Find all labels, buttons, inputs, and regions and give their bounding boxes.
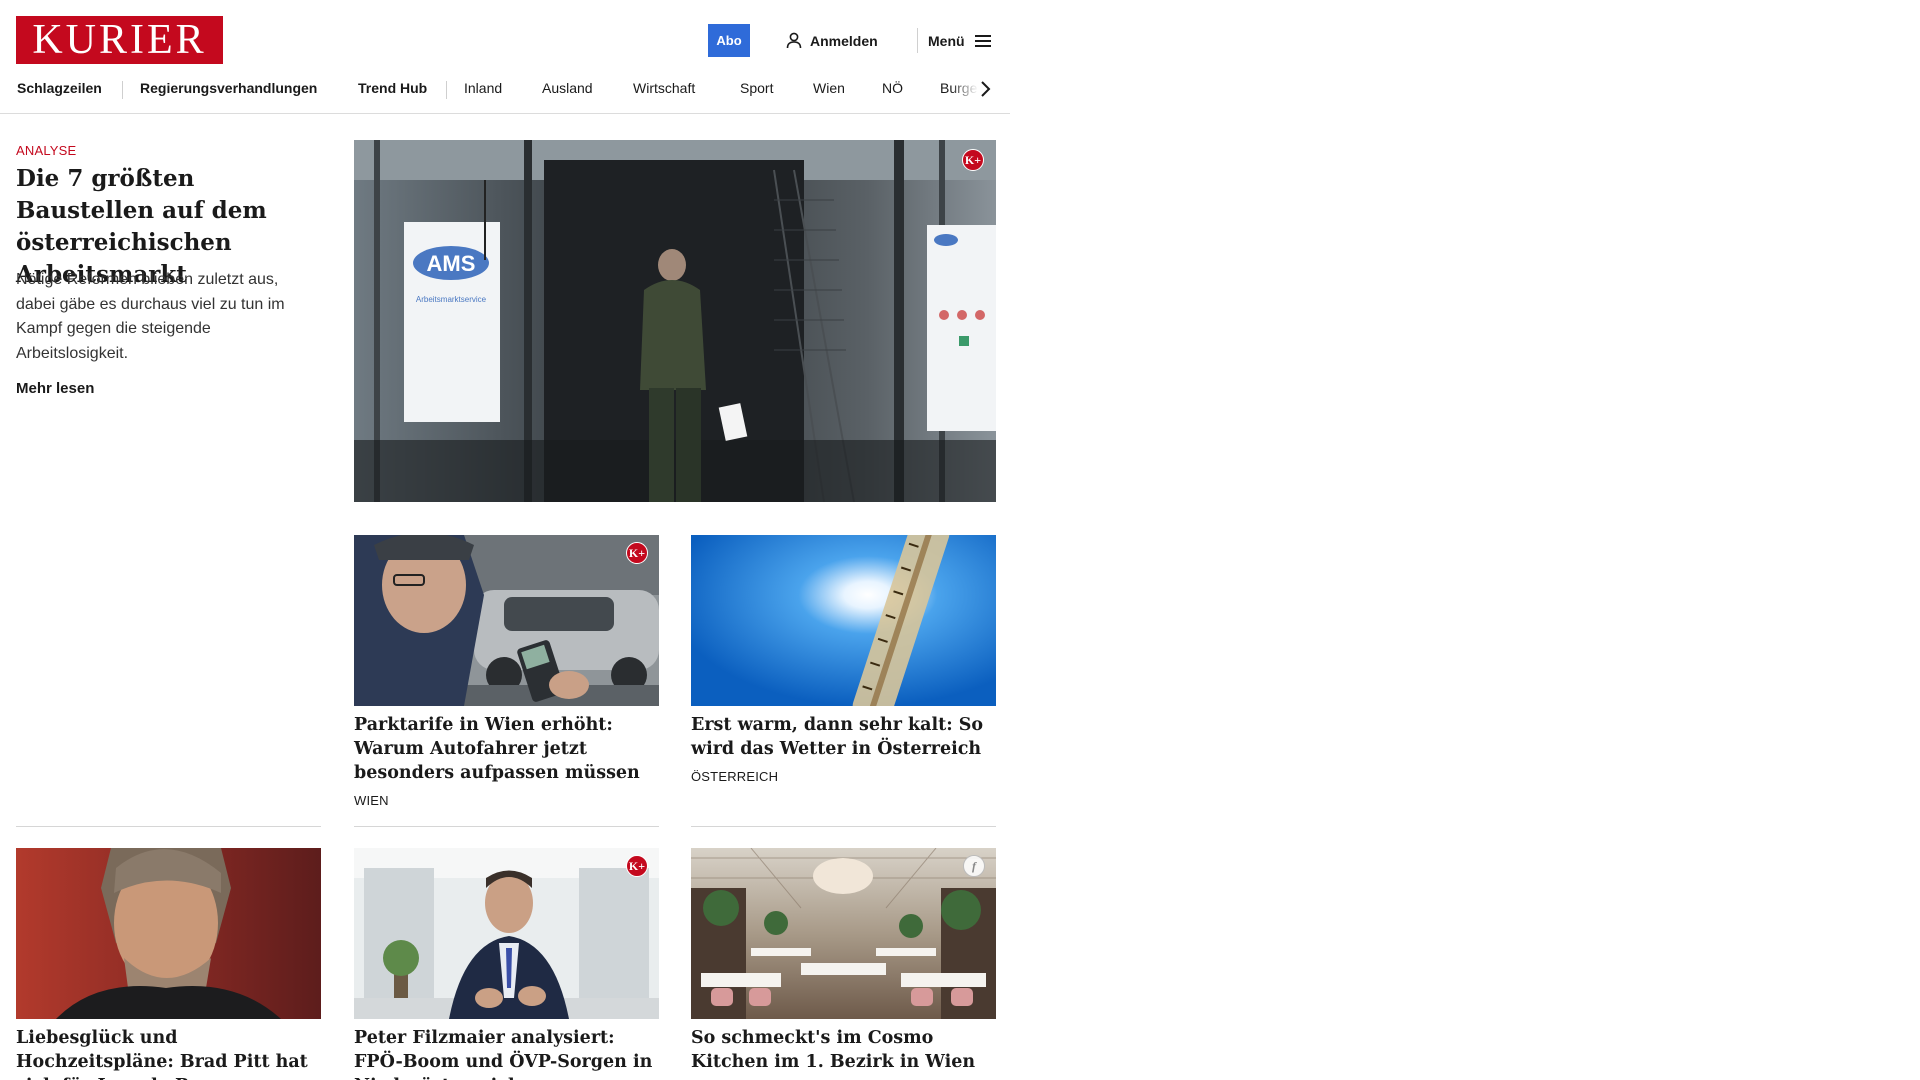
lead-image[interactable]: AMS Arbeitsmarktservice K+ <box>354 140 996 502</box>
nav-item-noe[interactable]: NÖ <box>882 80 903 96</box>
card-image-weather[interactable] <box>691 535 996 706</box>
nav-item-wirtschaft[interactable]: Wirtschaft <box>633 80 695 96</box>
lead-teaser: Nötige Reformen blieben zuletzt aus, dab… <box>16 271 285 362</box>
card-headline-cosmo-kitchen[interactable]: So schmeckt's im Cosmo Kitchen im 1. Bez… <box>691 1026 996 1074</box>
ams-sign-subtext: Arbeitsmarktservice <box>416 295 487 304</box>
login-label: Anmelden <box>810 32 878 49</box>
partner-badge-icon: f <box>963 855 985 877</box>
nav-border <box>0 113 1010 114</box>
nav-item-sport[interactable]: Sport <box>740 80 773 96</box>
nav-item-ausland[interactable]: Ausland <box>542 80 593 96</box>
nav-item-regierungsverhandlungen[interactable]: Regierungsverhandlungen <box>140 80 317 96</box>
nav-item-inland[interactable]: Inland <box>464 80 502 96</box>
nav-item-trend-hub[interactable]: Trend Hub <box>358 80 427 96</box>
read-more-link[interactable]: Mehr lesen <box>16 380 94 397</box>
card-category-wien[interactable]: WIEN <box>354 793 389 808</box>
nav-divider <box>122 81 123 99</box>
kurier-logo[interactable]: KURIER <box>16 16 223 64</box>
card-headline-parking[interactable]: Parktarife in Wien erhöht: Warum Autofah… <box>354 713 659 785</box>
premium-badge-icon: K+ <box>626 855 648 877</box>
logo-text: KURIER <box>32 17 207 63</box>
abo-button[interactable]: Abo <box>708 24 750 57</box>
card-image-cosmo-kitchen[interactable]: f <box>691 848 996 1019</box>
chevron-right-icon[interactable] <box>978 80 992 98</box>
card-category-oesterreich[interactable]: ÖSTERREICH <box>691 769 778 784</box>
nav-divider <box>446 81 447 99</box>
card-headline-filzmaier[interactable]: Peter Filzmaier analysiert: FPÖ-Boom und… <box>354 1026 659 1080</box>
menu-label: Menü <box>928 32 965 49</box>
card-image-parking[interactable]: K+ <box>354 535 659 706</box>
premium-badge-icon: K+ <box>626 542 648 564</box>
card-headline-brad-pitt[interactable]: Liebesglück und Hochzeitspläne: Brad Pit… <box>16 1026 321 1080</box>
row-divider <box>16 826 321 827</box>
card-image-brad-pitt[interactable] <box>16 848 321 1019</box>
card-headline-weather[interactable]: Erst warm, dann sehr kalt: So wird das W… <box>691 713 996 761</box>
lead-kicker: ANALYSE <box>16 143 77 158</box>
card-image-filzmaier[interactable]: K+ <box>354 848 659 1019</box>
hamburger-icon <box>974 34 991 47</box>
premium-badge-icon: K+ <box>962 149 984 171</box>
header-divider <box>917 28 918 53</box>
nav-item-wien[interactable]: Wien <box>813 80 845 96</box>
user-icon <box>786 32 802 49</box>
row-divider <box>354 826 659 827</box>
login-button[interactable]: Anmelden <box>786 28 878 53</box>
menu-button[interactable]: Menü <box>928 28 991 53</box>
ams-sign-text: AMS <box>427 251 476 276</box>
section-nav: Schlagzeilen Regierungsverhandlungen Tre… <box>0 70 1010 108</box>
nav-item-schlagzeilen[interactable]: Schlagzeilen <box>17 80 102 96</box>
row-divider <box>691 826 996 827</box>
